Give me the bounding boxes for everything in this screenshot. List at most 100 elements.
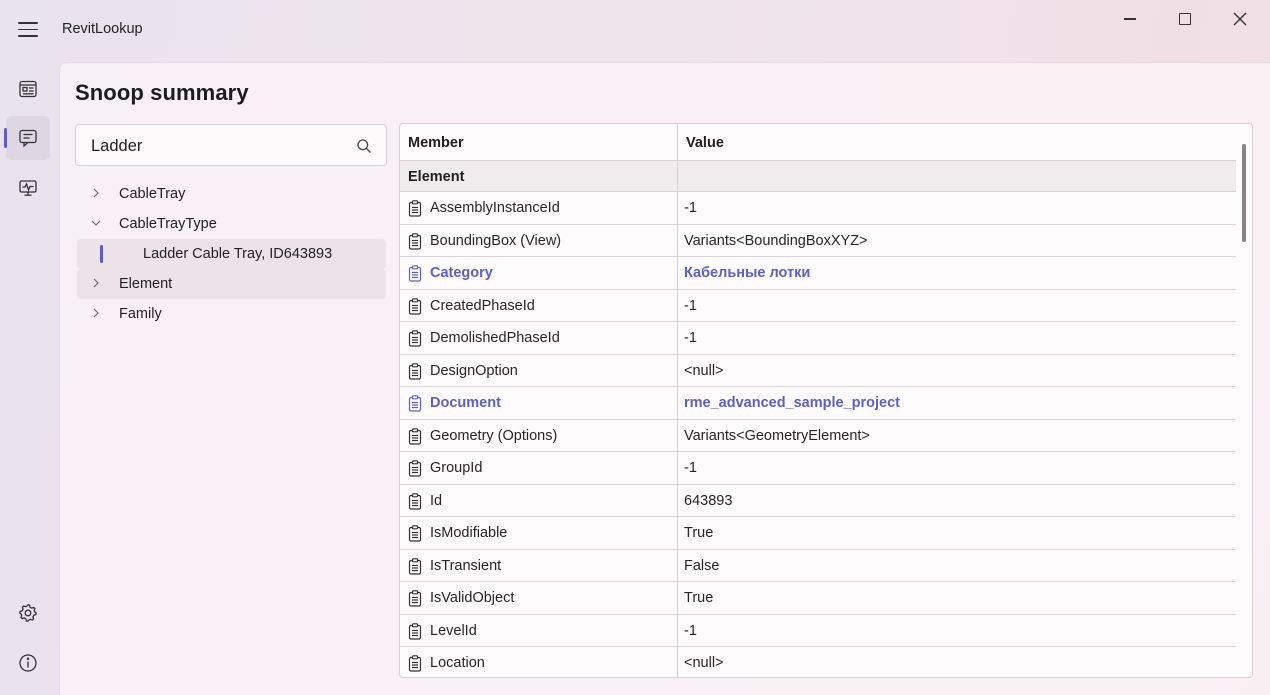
table-row[interactable]: Id 643893 — [400, 485, 1236, 517]
member-cell: Category — [430, 265, 493, 281]
member-cell: AssemblyInstanceId — [430, 200, 560, 216]
page-title: Snoop summary — [75, 80, 249, 105]
maximize-button[interactable] — [1165, 6, 1205, 32]
clipboard-icon — [408, 362, 422, 380]
member-cell: IsTransient — [430, 557, 502, 574]
table-row[interactable]: IsTransient False — [400, 550, 1236, 582]
main-panel: Snoop summary Ladder CableTray CableTray… — [59, 62, 1270, 695]
table-row[interactable]: Category Кабельные лотки — [400, 257, 1236, 290]
chevron-down-icon[interactable] — [89, 216, 103, 230]
close-icon — [1233, 12, 1247, 26]
tree-item-label: CableTrayType — [119, 216, 217, 232]
member-cell: LevelId — [430, 622, 477, 639]
value-cell: -1 — [684, 297, 697, 314]
info-icon — [19, 654, 37, 672]
grid-rows: AssemblyInstanceId -1 BoundingBox (View) Va… — [400, 192, 1236, 677]
member-cell: GroupId — [430, 460, 483, 476]
table-row[interactable]: BoundingBox (View) Variants<BoundingBoxXY… — [400, 225, 1236, 257]
clipboard-icon — [408, 395, 422, 412]
table-row[interactable]: IsModifiable True — [400, 517, 1236, 550]
value-cell: -1 — [684, 622, 697, 639]
member-cell: Geometry (Options) — [430, 427, 558, 444]
title-bar: RevitLookup — [0, 0, 1270, 60]
chevron-right-icon[interactable] — [89, 306, 103, 320]
dashboard-icon — [19, 80, 37, 98]
nav-settings-button[interactable] — [6, 591, 50, 635]
clipboard-icon — [408, 427, 422, 445]
clipboard-icon — [408, 330, 422, 347]
value-cell: -1 — [684, 330, 697, 346]
clipboard-icon — [408, 460, 422, 477]
grid-header: Member Value — [400, 124, 1236, 161]
clipboard-icon — [408, 297, 422, 315]
table-row[interactable]: Geometry (Options) Variants<GeometryEleme… — [400, 420, 1236, 452]
tree-item-ladder-cable-tray[interactable]: Ladder Cable Tray, ID643893 — [77, 239, 386, 269]
nav-snoop-summary-button[interactable] — [6, 116, 50, 160]
nav-active-indicator — [4, 128, 7, 148]
snoop-icon — [19, 129, 37, 148]
monitor-icon — [19, 180, 37, 196]
selection-indicator — [100, 245, 103, 263]
hamburger-menu-icon[interactable] — [18, 22, 38, 38]
tree-item-cabletraytype[interactable]: CableTrayType — [77, 209, 386, 239]
column-header-member[interactable]: Member — [408, 135, 464, 151]
value-cell: <null> — [684, 362, 724, 379]
clipboard-icon — [408, 232, 422, 250]
member-cell: IsModifiable — [430, 525, 508, 541]
member-cell: BoundingBox (View) — [430, 232, 562, 249]
member-cell: DesignOption — [430, 362, 518, 379]
chevron-right-icon[interactable] — [89, 186, 103, 200]
clipboard-icon — [408, 590, 422, 607]
tree-item-family[interactable]: Family — [77, 299, 386, 329]
nav-dashboard-button[interactable] — [6, 67, 50, 111]
clipboard-icon — [408, 492, 422, 510]
close-button[interactable] — [1220, 6, 1260, 32]
member-cell: CreatedPhaseId — [430, 297, 535, 314]
chevron-right-icon[interactable] — [89, 276, 103, 290]
table-row[interactable]: GroupId -1 — [400, 452, 1236, 485]
table-row[interactable]: DesignOption <null> — [400, 355, 1236, 387]
value-cell: -1 — [684, 200, 697, 216]
table-row[interactable]: AssemblyInstanceId -1 — [400, 192, 1236, 225]
value-cell: True — [684, 590, 714, 606]
clipboard-icon — [408, 265, 422, 282]
table-row[interactable]: DemolishedPhaseId -1 — [400, 322, 1236, 355]
table-row[interactable]: CreatedPhaseId -1 — [400, 290, 1236, 322]
value-cell[interactable]: Кабельные лотки — [684, 265, 810, 281]
nav-about-button[interactable] — [6, 641, 50, 685]
value-cell: 643893 — [684, 492, 733, 509]
tree-item-label: CableTray — [119, 186, 186, 202]
table-row[interactable]: Document rme_advanced_sample_project — [400, 387, 1236, 420]
group-header-row[interactable]: Element — [400, 161, 1236, 192]
member-cell: Location — [430, 655, 485, 671]
group-header-label: Element — [408, 169, 465, 185]
member-cell: Document — [430, 395, 501, 411]
members-grid: Member Value Element AssemblyInstanceId -… — [399, 123, 1253, 678]
clipboard-icon — [408, 557, 422, 575]
column-header-value[interactable]: Value — [686, 135, 724, 151]
tree-item-label: Family — [119, 306, 162, 322]
minimize-button[interactable] — [1110, 6, 1150, 32]
search-input-value[interactable]: Ladder — [91, 137, 142, 156]
member-cell: Id — [430, 492, 443, 509]
clipboard-icon — [408, 622, 422, 640]
scrollbar-thumb[interactable] — [1242, 144, 1246, 242]
minimize-icon — [1124, 18, 1136, 20]
tree-item-element[interactable]: Element — [77, 269, 386, 299]
app-title: RevitLookup — [62, 21, 143, 37]
tree-item-label: Element — [119, 276, 173, 292]
clipboard-icon — [408, 200, 422, 217]
tree-item-cabletray[interactable]: CableTray — [77, 179, 386, 209]
vertical-scrollbar[interactable] — [1236, 124, 1252, 677]
search-icon[interactable] — [356, 138, 372, 154]
value-cell: <null> — [684, 655, 724, 671]
table-row[interactable]: LevelId -1 — [400, 615, 1236, 647]
search-input[interactable]: Ladder — [75, 124, 387, 166]
member-cell: IsValidObject — [430, 590, 515, 606]
nav-events-button[interactable] — [6, 166, 50, 210]
table-row[interactable]: IsValidObject True — [400, 582, 1236, 615]
table-row[interactable]: Location <null> — [400, 647, 1236, 677]
value-cell[interactable]: rme_advanced_sample_project — [684, 395, 900, 411]
member-cell: DemolishedPhaseId — [430, 330, 560, 346]
value-cell: Variants<BoundingBoxXYZ> — [684, 232, 868, 249]
